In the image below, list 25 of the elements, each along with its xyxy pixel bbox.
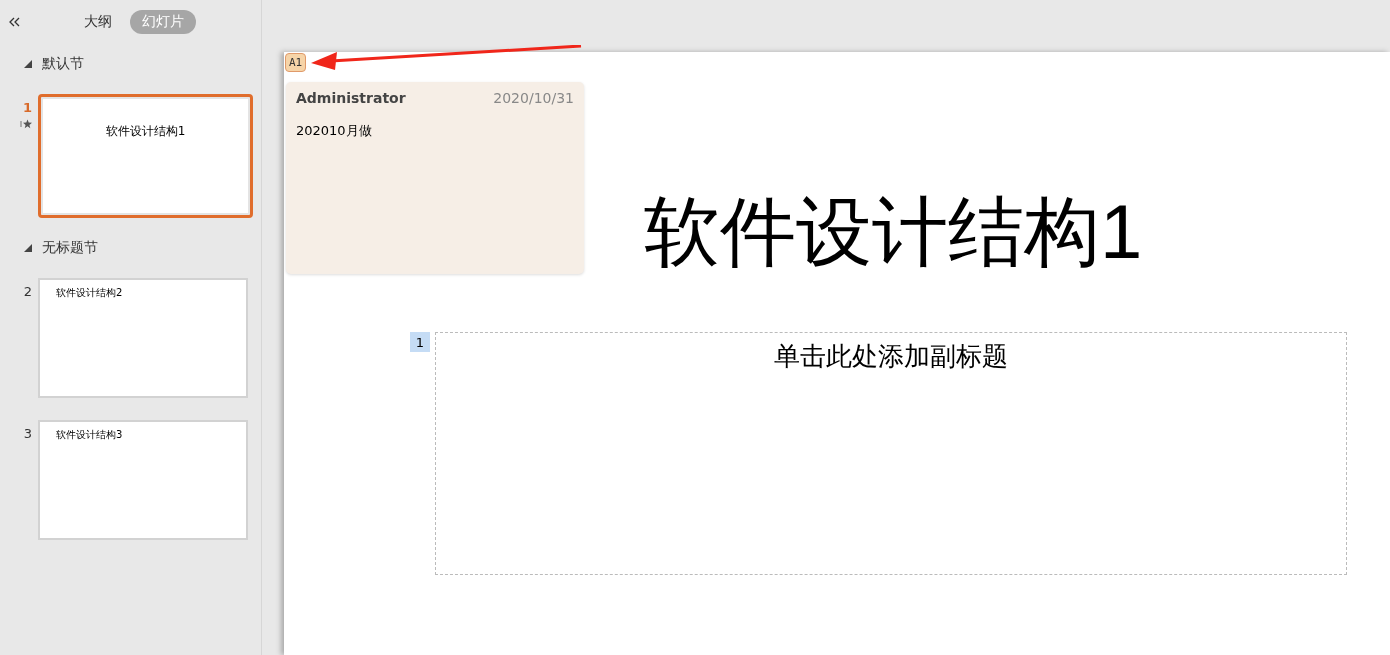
slide-canvas[interactable]: A1 Administrator 2020/10/31 202010月做 软件设计结构1 1 单击此处添加副标题 <box>284 52 1390 655</box>
slide-number: 3 <box>23 426 32 441</box>
panel-tab[interactable]: 大纲 <box>72 10 124 34</box>
slide-thumbnail[interactable]: 软件设计结构2 <box>38 278 248 398</box>
thumbnail-title: 软件设计结构3 <box>56 428 123 442</box>
section-title[interactable]: 无标题节 <box>42 239 98 257</box>
slide-number: 2 <box>23 284 32 299</box>
slide-title[interactable]: 软件设计结构1 <box>644 182 1143 285</box>
subtitle-placeholder[interactable]: 单击此处添加副标题 <box>435 332 1347 575</box>
comment-text: 202010月做 <box>296 122 373 140</box>
thumbnail-title: 软件设计结构1 <box>104 123 187 140</box>
thumbnail-title: 软件设计结构2 <box>56 286 123 300</box>
expand-icon[interactable] <box>24 60 32 68</box>
slide-number: 1 <box>22 100 32 115</box>
collapse-icon[interactable] <box>8 17 20 27</box>
expand-icon[interactable] <box>24 244 32 252</box>
subtitle-placeholder-text: 单击此处添加副标题 <box>774 340 1008 373</box>
placeholder-number: 1 <box>410 332 430 352</box>
comment-date: 2020/10/31 <box>493 90 574 106</box>
slide-thumbnail[interactable]: 软件设计结构1 <box>38 94 253 218</box>
comment-marker[interactable]: A1 <box>285 53 307 72</box>
animation-star-icon[interactable] <box>20 119 32 129</box>
slide-thumbnail[interactable]: 软件设计结构3 <box>38 420 248 540</box>
section-title[interactable]: 默认节 <box>42 55 84 73</box>
comment-author: Administrator <box>296 90 406 106</box>
